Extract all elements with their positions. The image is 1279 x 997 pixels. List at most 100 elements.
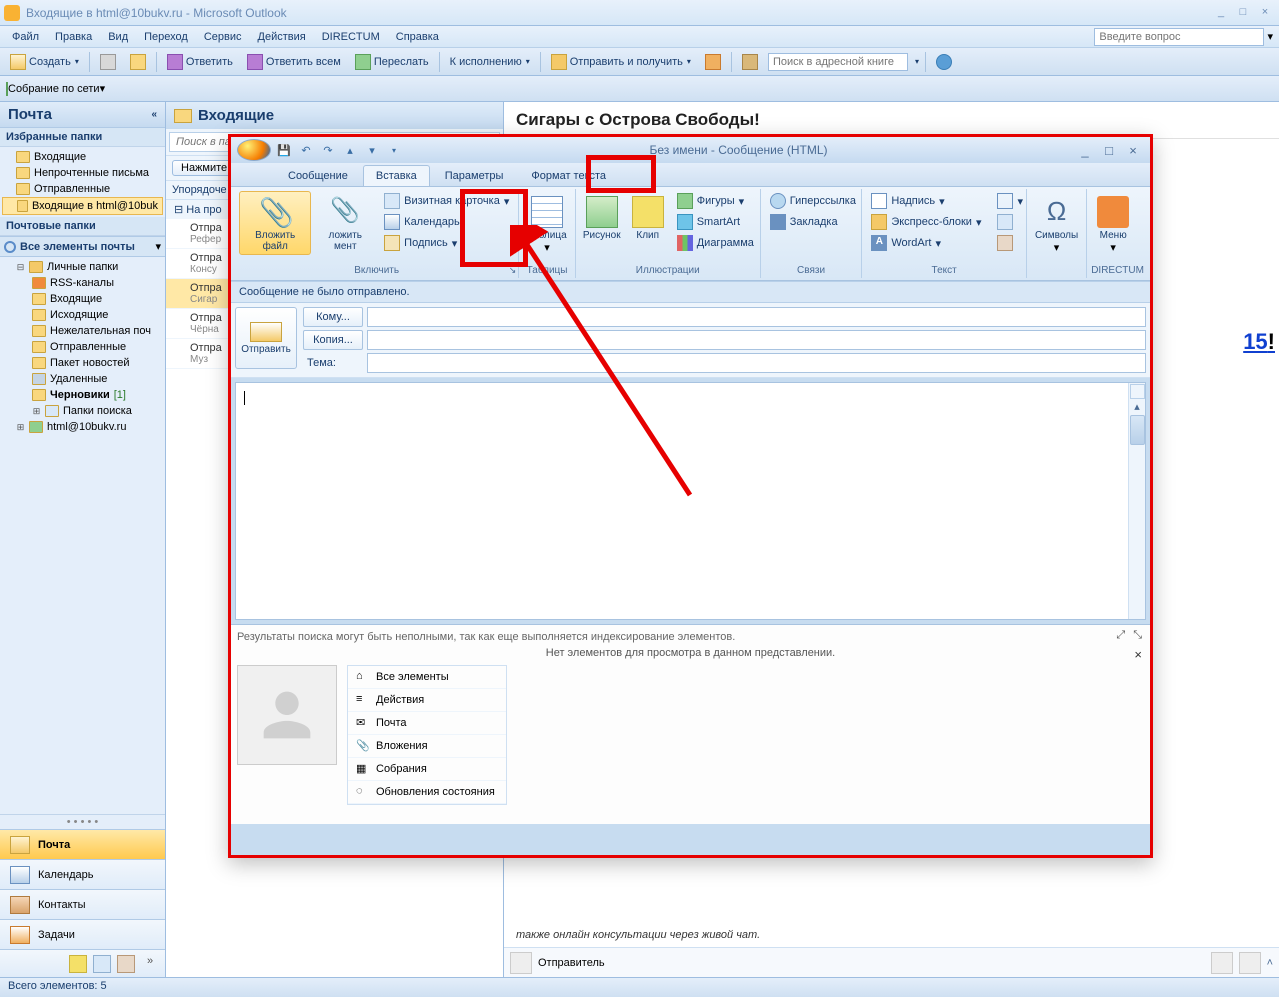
notes-shortcut-icon[interactable] <box>69 955 87 973</box>
date-time-button[interactable] <box>992 212 1028 232</box>
print-button[interactable] <box>96 52 120 72</box>
addr-search-dropdown-icon[interactable]: ▾ <box>915 57 919 66</box>
menu-file[interactable]: Файл <box>6 29 45 45</box>
help-button[interactable] <box>932 52 956 72</box>
symbols-button[interactable]: Ω Символы ▾ <box>1031 191 1082 257</box>
signature-button[interactable]: Подпись▾ <box>379 233 514 253</box>
related-person-avatar[interactable] <box>1211 952 1233 974</box>
all-mail-items-dropdown[interactable]: Все элементы почты ▾ <box>0 236 165 257</box>
cc-button[interactable]: Копия... <box>303 330 363 350</box>
menu-actions[interactable]: Действия <box>252 29 312 45</box>
cc-field[interactable] <box>367 330 1146 350</box>
account-folder[interactable]: ⊞html@10bukv.ru <box>2 419 163 435</box>
hyperlink-button[interactable]: Гиперссылка <box>765 191 861 211</box>
quickparts-button[interactable]: Экспресс-блоки▾ <box>866 212 986 232</box>
address-book-search[interactable] <box>768 53 908 71</box>
bookmark-button[interactable]: Закладка <box>765 212 861 232</box>
tab-message[interactable]: Сообщение <box>275 165 361 186</box>
editor-scrollbar[interactable]: ▴ <box>1128 383 1145 619</box>
directum-menu-button[interactable]: Меню ▾ <box>1091 191 1135 257</box>
smartart-button[interactable]: SmartArt <box>672 212 759 232</box>
people-pane-expand-icon[interactable]: ˄ <box>1267 957 1273 969</box>
message-body-editor[interactable]: ▴ <box>235 382 1146 620</box>
nav-resize-grip[interactable]: • • • • • <box>0 814 165 829</box>
online-meeting-button[interactable]: Собрание по сети▾ <box>6 82 105 95</box>
contact-tab-attachments[interactable]: 📎Вложения <box>348 735 506 758</box>
textbox-button[interactable]: Надпись▾ <box>866 191 986 211</box>
drafts-folder[interactable]: Черновики [1] <box>2 387 163 403</box>
nav-contacts-button[interactable]: Контакты <box>0 889 165 919</box>
menu-help[interactable]: Справка <box>390 29 445 45</box>
send-button[interactable]: Отправить <box>235 307 297 369</box>
object-button[interactable] <box>992 233 1028 253</box>
send-receive-button[interactable]: Отправить и получить▾ <box>547 52 695 72</box>
contact-tab-mail[interactable]: ✉Почта <box>348 712 506 735</box>
followup-button[interactable]: К исполнению▾ <box>446 54 534 70</box>
scrollbar-thumb[interactable] <box>1130 415 1145 445</box>
prev-item-button[interactable]: ▴ <box>341 141 359 159</box>
undo-button[interactable]: ↶ <box>297 141 315 159</box>
nav-collapse-icon[interactable]: « <box>151 109 157 120</box>
sender-avatar[interactable] <box>510 952 532 974</box>
subject-field[interactable] <box>367 353 1146 373</box>
clipart-button[interactable]: Клип <box>626 191 670 244</box>
shapes-button[interactable]: Фигуры▾ <box>672 191 759 211</box>
wordart-button[interactable]: AWordArt▾ <box>866 233 986 253</box>
calendar-insert-button[interactable]: Календарь <box>379 212 514 232</box>
people-pane-collapse-icon[interactable]: ⤡ <box>1133 629 1142 642</box>
body-link-fragment[interactable]: 15! <box>1243 329 1275 355</box>
favorite-folders-header[interactable]: Избранные папки <box>0 128 165 147</box>
deleted-folder[interactable]: Удаленные <box>2 371 163 387</box>
business-card-button[interactable]: Визитная карточка▾ <box>379 191 514 211</box>
reply-button[interactable]: Ответить <box>163 52 237 72</box>
picture-button[interactable]: Рисунок <box>580 191 624 244</box>
reply-all-button[interactable]: Ответить всем <box>243 52 345 72</box>
dismiss-indexing-icon[interactable]: × <box>1134 647 1142 662</box>
nav-mail-button[interactable]: Почта <box>0 829 165 859</box>
junk-folder[interactable]: Нежелательная поч <box>2 323 163 339</box>
ask-dropdown-icon[interactable]: ▾ <box>1267 31 1273 43</box>
fav-unread[interactable]: Непрочтенные письма <box>2 165 163 181</box>
fav-account-inbox[interactable]: Входящие в html@10buk <box>2 197 163 215</box>
table-button[interactable]: Таблица ▾ <box>523 191 570 257</box>
contact-tab-activities[interactable]: ≡Действия <box>348 689 506 712</box>
compose-maximize-button[interactable]: □ <box>1098 143 1120 158</box>
attach-item-button[interactable]: 📎 ложить мент <box>313 191 377 255</box>
tab-options[interactable]: Параметры <box>432 165 517 186</box>
menu-tools[interactable]: Сервис <box>198 29 248 45</box>
next-item-button[interactable]: ▾ <box>363 141 381 159</box>
redo-button[interactable]: ↷ <box>319 141 337 159</box>
chart-button[interactable]: Диаграмма <box>672 233 759 253</box>
contact-tab-status[interactable]: ◌Обновления состояния <box>348 781 506 804</box>
search-folders[interactable]: ⊞Папки поиска <box>2 403 163 419</box>
tab-format[interactable]: Формат текста <box>518 165 619 186</box>
news-folder[interactable]: Пакет новостей <box>2 355 163 371</box>
office-button[interactable] <box>237 139 271 161</box>
attach-file-button[interactable]: 📎 Вложить файл <box>239 191 311 255</box>
compose-info-bar[interactable]: Сообщение не было отправлено. <box>231 281 1150 303</box>
menu-view[interactable]: Вид <box>102 29 134 45</box>
compose-minimize-button[interactable]: _ <box>1074 143 1096 158</box>
menu-edit[interactable]: Правка <box>49 29 98 45</box>
contact-tab-all[interactable]: ⌂Все элементы <box>348 666 506 689</box>
menu-directum[interactable]: DIRECTUM <box>316 29 386 45</box>
dropcap-button[interactable]: ▾ <box>992 191 1028 211</box>
close-button[interactable]: × <box>1255 6 1275 20</box>
nav-tasks-button[interactable]: Задачи <box>0 919 165 949</box>
new-button[interactable]: Создать▾ <box>6 52 83 72</box>
address-book-button[interactable] <box>738 52 762 72</box>
ruler-toggle-icon[interactable] <box>1130 384 1145 399</box>
qat-customize-icon[interactable]: ▾ <box>385 141 403 159</box>
folder-list-shortcut-icon[interactable] <box>93 955 111 973</box>
to-button[interactable]: Кому... <box>303 307 363 327</box>
people-pane-maximize-icon[interactable]: ⤢ <box>1116 629 1125 642</box>
mail-folders-header[interactable]: Почтовые папки <box>0 217 165 236</box>
rss-feeds[interactable]: RSS-каналы <box>2 275 163 291</box>
inbox-folder[interactable]: Входящие <box>2 291 163 307</box>
shortcuts-shortcut-icon[interactable] <box>117 955 135 973</box>
sent-folder[interactable]: Отправленные <box>2 339 163 355</box>
fav-inbox[interactable]: Входящие <box>2 149 163 165</box>
configure-buttons-icon[interactable]: » <box>141 955 159 973</box>
fav-sent[interactable]: Отправленные <box>2 181 163 197</box>
group-launcher-icon[interactable]: ↘ <box>509 265 517 276</box>
